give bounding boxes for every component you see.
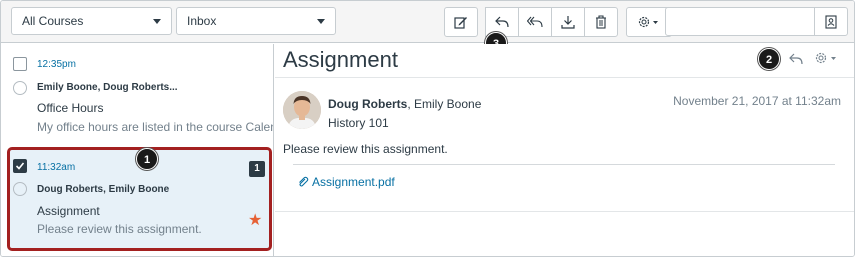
message-time: 11:32am xyxy=(37,162,76,173)
attachment-link[interactable]: Assignment.pdf xyxy=(297,175,395,189)
reply-all-icon xyxy=(527,16,543,28)
mailbox-filter-value: Inbox xyxy=(187,14,217,28)
message-preview: My office hours are listed in the course… xyxy=(37,120,274,134)
reply-all-button[interactable] xyxy=(518,7,552,37)
user-photo-icon xyxy=(283,91,321,129)
message-subject: Assignment xyxy=(37,204,100,218)
course-filter-value: All Courses xyxy=(22,14,84,28)
chevron-down-icon xyxy=(317,19,325,24)
callout-1: 1 xyxy=(136,148,158,170)
toolbar: All Courses Inbox xyxy=(1,1,854,54)
archive-icon xyxy=(561,16,575,29)
delete-button[interactable] xyxy=(584,7,618,37)
message-detail: Assignment 2 Doug Roberts, Emily Boone H… xyxy=(275,44,854,256)
divider xyxy=(275,77,854,78)
chevron-down-icon xyxy=(153,19,161,24)
search-input[interactable] xyxy=(665,7,815,36)
read-status-toggle[interactable] xyxy=(13,182,27,196)
action-buttons xyxy=(444,7,672,37)
divider xyxy=(275,211,854,212)
avatar[interactable] xyxy=(283,91,321,129)
select-checkbox[interactable] xyxy=(13,57,27,71)
callout-2: 2 xyxy=(758,48,780,70)
message-participants: Doug Roberts, Emily Boone xyxy=(37,184,170,195)
list-item[interactable]: 12:35pm Emily Boone, Doug Roberts... Off… xyxy=(1,44,274,144)
star-icon[interactable]: ★ xyxy=(248,213,262,229)
mailbox-filter-select[interactable]: Inbox xyxy=(176,7,336,35)
delete-icon xyxy=(596,15,606,29)
compose-icon xyxy=(454,17,467,29)
course-name: History 101 xyxy=(328,116,389,130)
message-participants: Emily Boone, Doug Roberts... xyxy=(37,82,178,93)
read-status-toggle[interactable] xyxy=(13,81,27,95)
gear-icon xyxy=(815,52,836,64)
message-settings-button[interactable] xyxy=(813,50,839,66)
message-preview: Please review this assignment. xyxy=(37,222,202,236)
message-date: November 21, 2017 at 11:32am xyxy=(673,94,841,108)
other-participants: , Emily Boone xyxy=(407,97,482,111)
reply-button[interactable] xyxy=(787,51,805,67)
archive-button[interactable] xyxy=(551,7,585,37)
select-checkbox[interactable] xyxy=(13,159,27,173)
page-title: Assignment xyxy=(283,47,398,72)
divider xyxy=(293,164,835,165)
message-sender: Doug Roberts, Emily Boone xyxy=(328,97,481,111)
message-body: Please review this assignment. xyxy=(283,142,448,156)
course-filter-select[interactable]: All Courses xyxy=(11,7,172,35)
paperclip-icon xyxy=(299,176,309,187)
unread-count-badge: 1 xyxy=(249,161,265,177)
message-time: 12:35pm xyxy=(37,59,76,70)
compose-button[interactable] xyxy=(444,7,478,37)
gear-icon xyxy=(638,16,658,28)
inbox-window: All Courses Inbox 12:35pm Emily Boone, D… xyxy=(0,0,855,257)
message-subject: Office Hours xyxy=(37,101,104,115)
reply-icon xyxy=(495,16,509,28)
checkmark-icon xyxy=(15,162,25,170)
address-book-button[interactable] xyxy=(814,7,848,36)
conversation-list: 12:35pm Emily Boone, Doug Roberts... Off… xyxy=(1,44,274,256)
attachment-name: Assignment.pdf xyxy=(312,175,395,189)
reply-icon xyxy=(789,53,803,65)
sender-name: Doug Roberts xyxy=(328,97,408,111)
address-book-icon xyxy=(825,14,837,29)
